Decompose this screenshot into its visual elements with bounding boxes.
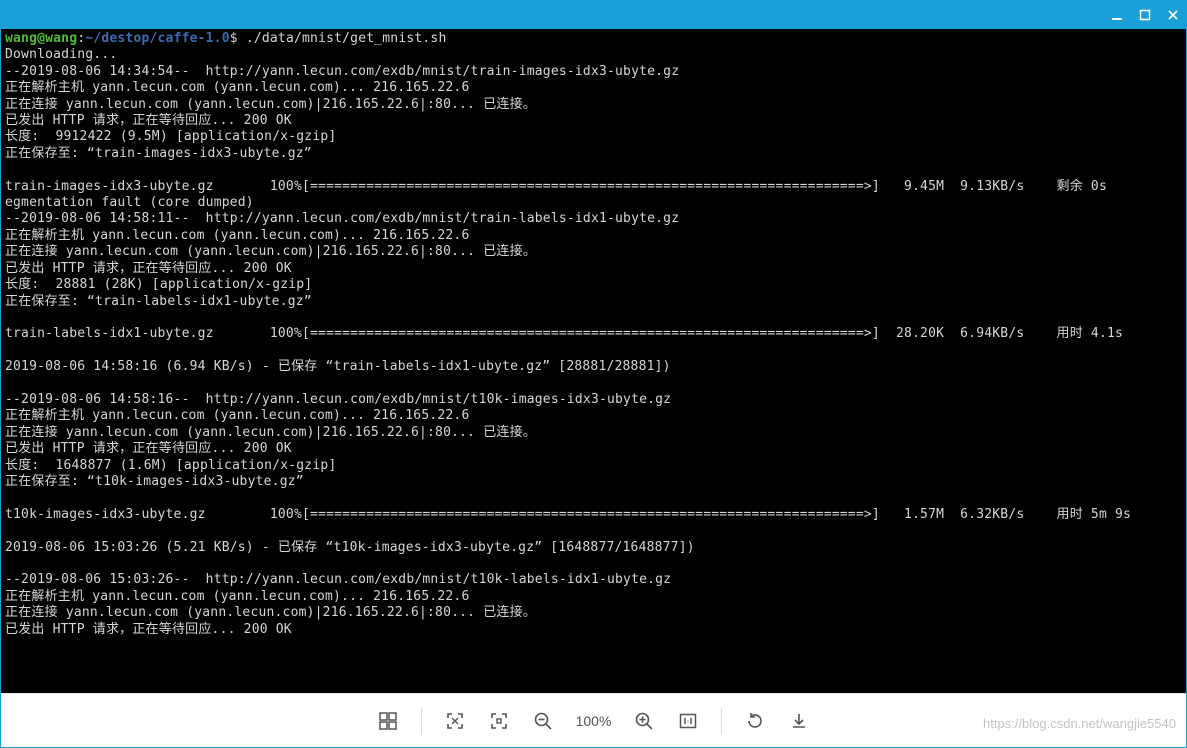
minimize-icon <box>1111 9 1123 21</box>
close-icon <box>1167 9 1179 21</box>
terminal-line: egmentation fault (core dumped) <box>5 195 254 210</box>
terminal-line: 已发出 HTTP 请求，正在等待回应... 200 OK <box>5 622 292 637</box>
maximize-icon <box>1139 9 1151 21</box>
fit-button[interactable] <box>488 710 510 732</box>
fullscreen-icon <box>445 711 465 731</box>
terminal-line: --2019-08-06 14:58:11-- http://yann.lecu… <box>5 211 679 226</box>
terminal-line: train-images-idx3-ubyte.gz 100%[========… <box>5 179 1107 194</box>
close-button[interactable] <box>1166 8 1180 22</box>
zoom-out-button[interactable] <box>532 710 554 732</box>
terminal-line: 正在连接 yann.lecun.com (yann.lecun.com)|216… <box>5 244 536 259</box>
app-window: wang@wang:~/destop/caffe-1.0$ ./data/mni… <box>0 0 1187 748</box>
zoom-level: 100% <box>576 713 612 729</box>
toolbar-separator <box>421 708 422 734</box>
terminal-line: 已发出 HTTP 请求，正在等待回应... 200 OK <box>5 113 292 128</box>
terminal-line: 已发出 HTTP 请求，正在等待回应... 200 OK <box>5 441 292 456</box>
terminal-line: 长度: 28881 (28K) [application/x-gzip] <box>5 277 312 292</box>
viewer-toolbar: 100% https://blog.csdn. <box>1 693 1186 747</box>
terminal-line: 长度: 9912422 (9.5M) [application/x-gzip] <box>5 129 336 144</box>
download-button[interactable] <box>788 710 810 732</box>
terminal-line: 正在解析主机 yann.lecun.com (yann.lecun.com)..… <box>5 589 469 604</box>
terminal-line: 正在解析主机 yann.lecun.com (yann.lecun.com)..… <box>5 408 469 423</box>
download-icon <box>789 711 809 731</box>
terminal-line: 2019-08-06 15:03:26 (5.21 KB/s) - 已保存 “t… <box>5 540 695 555</box>
prompt-path: ~/destop/caffe-1.0 <box>85 31 229 46</box>
prompt-dollar: $ <box>230 31 238 46</box>
watermark-text: https://blog.csdn.net/wangjie5540 <box>983 716 1176 731</box>
fullscreen-button[interactable] <box>444 710 466 732</box>
terminal-output[interactable]: wang@wang:~/destop/caffe-1.0$ ./data/mni… <box>1 29 1186 693</box>
toolbar-separator <box>721 708 722 734</box>
prompt-command: ./data/mnist/get_mnist.sh <box>238 31 447 46</box>
terminal-line: 长度: 1648877 (1.6M) [application/x-gzip] <box>5 458 336 473</box>
actual-size-button[interactable] <box>677 710 699 732</box>
terminal-line: 正在解析主机 yann.lecun.com (yann.lecun.com)..… <box>5 80 469 95</box>
terminal-line: 正在连接 yann.lecun.com (yann.lecun.com)|216… <box>5 605 536 620</box>
fit-icon <box>489 711 509 731</box>
prompt-user-host: wang@wang <box>5 31 77 46</box>
terminal-line: 正在解析主机 yann.lecun.com (yann.lecun.com)..… <box>5 228 469 243</box>
rotate-icon <box>745 711 765 731</box>
terminal-line: 2019-08-06 14:58:16 (6.94 KB/s) - 已保存 “t… <box>5 359 671 374</box>
rotate-button[interactable] <box>744 710 766 732</box>
terminal-line: --2019-08-06 14:58:16-- http://yann.lecu… <box>5 392 671 407</box>
zoom-out-icon <box>533 711 553 731</box>
terminal-line: 正在连接 yann.lecun.com (yann.lecun.com)|216… <box>5 425 536 440</box>
titlebar[interactable] <box>1 1 1186 29</box>
terminal-line: --2019-08-06 15:03:26-- http://yann.lecu… <box>5 572 671 587</box>
zoom-in-icon <box>634 711 654 731</box>
terminal-line: 正在保存至: “train-images-idx3-ubyte.gz” <box>5 146 312 161</box>
terminal-line: Downloading... <box>5 47 117 62</box>
terminal-line: t10k-images-idx3-ubyte.gz 100%[=========… <box>5 507 1131 522</box>
terminal-line: 正在保存至: “train-labels-idx1-ubyte.gz” <box>5 294 312 309</box>
terminal-line: --2019-08-06 14:34:54-- http://yann.lecu… <box>5 64 679 79</box>
terminal-line: 正在保存至: “t10k-images-idx3-ubyte.gz” <box>5 474 304 489</box>
minimize-button[interactable] <box>1110 8 1124 22</box>
maximize-button[interactable] <box>1138 8 1152 22</box>
grid-icon <box>378 711 398 731</box>
terminal-line: 正在连接 yann.lecun.com (yann.lecun.com)|216… <box>5 97 536 112</box>
terminal-line: 已发出 HTTP 请求，正在等待回应... 200 OK <box>5 261 292 276</box>
one-to-one-icon <box>678 711 698 731</box>
grid-view-button[interactable] <box>377 710 399 732</box>
terminal-line: train-labels-idx1-ubyte.gz 100%[========… <box>5 326 1123 341</box>
zoom-in-button[interactable] <box>633 710 655 732</box>
